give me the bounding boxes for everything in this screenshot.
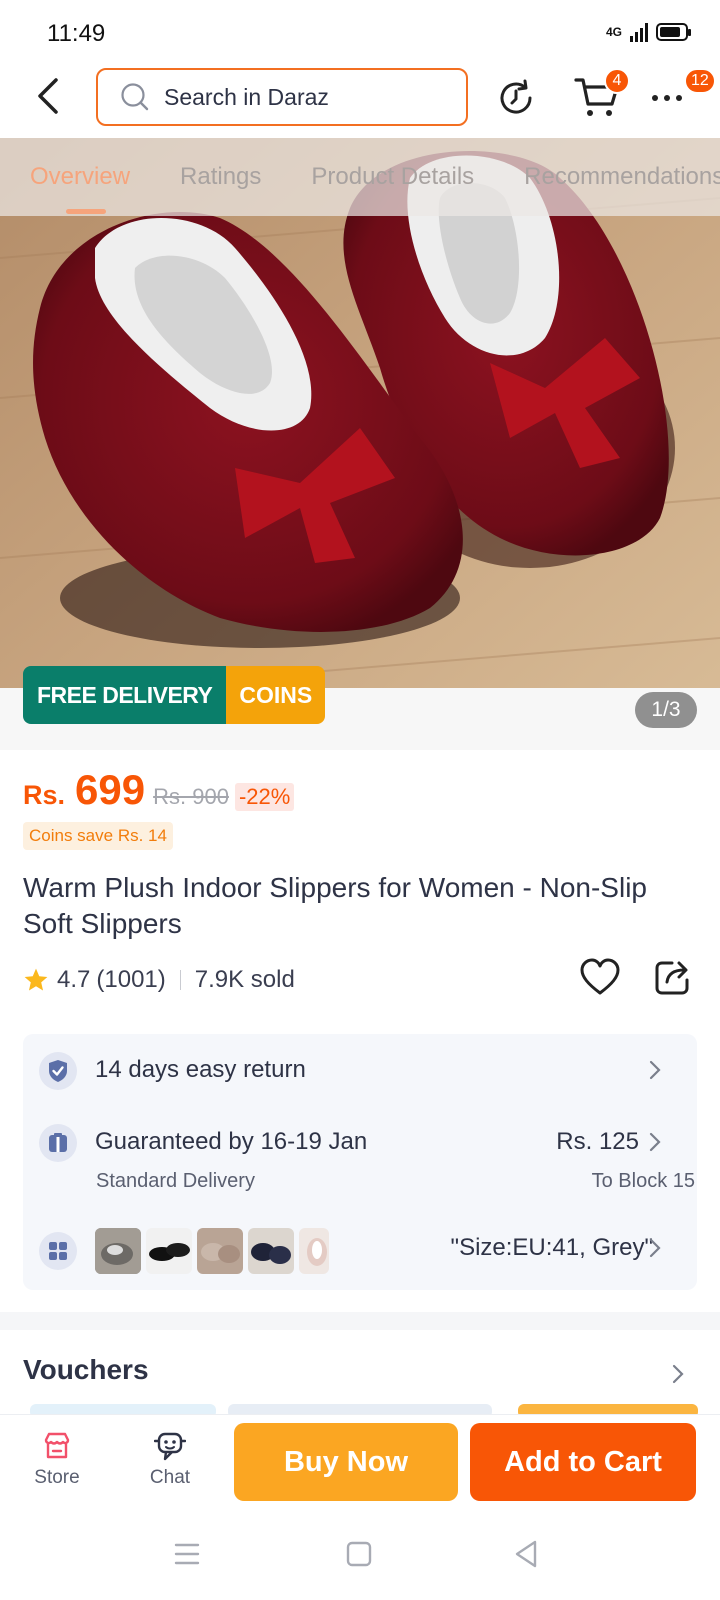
search-icon <box>121 83 149 111</box>
search-bar[interactable] <box>96 68 468 126</box>
cart-badge: 4 <box>604 68 630 94</box>
chevron-right-icon <box>649 1060 661 1080</box>
tab-ratings[interactable]: Ratings <box>180 138 261 216</box>
section-tabs: Overview Ratings Product Details Recomme… <box>0 138 720 216</box>
sold-count: 7.9K sold <box>194 966 295 993</box>
message-badge: 12 <box>684 68 716 94</box>
buy-now-button[interactable]: Buy Now <box>234 1423 458 1501</box>
discount-badge: -22% <box>234 783 295 811</box>
price-row: Rs. 699 Rs. 900 -22% <box>23 766 295 814</box>
add-to-cart-button[interactable]: Add to Cart <box>470 1423 696 1501</box>
top-header: 4 12 <box>0 62 720 138</box>
tab-recommendations[interactable]: Recommendations <box>524 138 720 216</box>
vouchers-heading[interactable]: Vouchers <box>23 1354 149 1386</box>
status-icons: 4G <box>605 22 691 42</box>
free-delivery-badge: FREE DELIVERY <box>23 666 227 724</box>
product-image <box>0 138 720 750</box>
status-time: 11:49 <box>47 20 106 47</box>
variant-thumbnail[interactable] <box>248 1228 294 1274</box>
search-input[interactable] <box>164 83 424 111</box>
original-price: Rs. 900 <box>153 784 229 809</box>
price-value: 699 <box>75 766 146 813</box>
promo-badges: FREE DELIVERY COINS <box>23 666 326 724</box>
store-label: Store <box>34 1467 80 1488</box>
star-icon <box>24 968 48 991</box>
shield-check-icon <box>39 1052 77 1090</box>
chat-label: Chat <box>149 1467 191 1488</box>
price-currency: Rs. <box>23 780 66 810</box>
delivery-method: Standard Delivery <box>96 1170 255 1192</box>
coins-save-tag: Coins save Rs. 14 <box>23 822 173 850</box>
product-image-gallery[interactable] <box>0 138 720 750</box>
chevron-left-icon <box>38 78 58 114</box>
chevron-right-icon <box>649 1132 661 1152</box>
image-pager: 1/3 <box>635 692 697 728</box>
signal-icon <box>630 22 648 42</box>
home-icon[interactable] <box>346 1541 372 1567</box>
chevron-right-icon[interactable] <box>672 1364 684 1384</box>
delivery-price: Rs. 125 <box>556 1128 639 1155</box>
rating-count: (1001) <box>96 966 166 993</box>
menu-icon[interactable] <box>174 1542 200 1566</box>
back-button[interactable] <box>30 76 66 116</box>
rating-value: 4.7 <box>57 966 91 993</box>
coins-badge: COINS <box>226 666 326 724</box>
variant-thumbnail[interactable] <box>197 1228 243 1274</box>
chat-button[interactable]: Chat <box>130 1431 210 1489</box>
chat-icon <box>154 1432 186 1461</box>
divider <box>179 970 181 990</box>
system-nav-bar <box>0 1524 720 1600</box>
product-title: Warm Plush Indoor Slippers for Women - N… <box>23 872 647 939</box>
store-icon <box>44 1432 70 1459</box>
return-text: 14 days easy return <box>95 1056 306 1083</box>
store-button[interactable]: Store <box>17 1431 97 1489</box>
more-menu-icon[interactable] <box>652 90 692 106</box>
network-type: 4G <box>605 25 622 39</box>
share-icon[interactable] <box>654 958 692 996</box>
section-divider <box>0 1312 720 1330</box>
tab-product-details[interactable]: Product Details <box>311 138 474 216</box>
history-icon[interactable] <box>496 78 536 118</box>
bottom-action-bar: Store Chat Buy Now Add to Cart <box>0 1414 720 1524</box>
variants-grid-icon <box>39 1232 77 1270</box>
tab-overview[interactable]: Overview <box>30 138 130 216</box>
service-info-box: 14 days easy return Guaranteed by 16-19 … <box>23 1034 697 1290</box>
rating-row[interactable]: 4.7 (1001) 7.9K sold <box>23 966 295 994</box>
variant-thumbnail[interactable] <box>95 1228 141 1274</box>
delivery-location: To Block 15 <box>591 1170 695 1192</box>
status-bar: 11:49 4G <box>0 0 720 62</box>
variant-thumbnail[interactable] <box>146 1228 192 1274</box>
heart-icon[interactable] <box>580 958 620 998</box>
variant-thumbnail[interactable] <box>299 1228 329 1274</box>
delivery-box-icon <box>39 1124 77 1162</box>
chevron-right-icon <box>649 1238 661 1258</box>
delivery-title: Guaranteed by 16-19 Jan <box>95 1128 368 1155</box>
selected-variant: "Size:EU:41, Grey" <box>450 1234 653 1261</box>
battery-icon <box>656 23 691 41</box>
back-triangle-icon[interactable] <box>514 1540 538 1568</box>
